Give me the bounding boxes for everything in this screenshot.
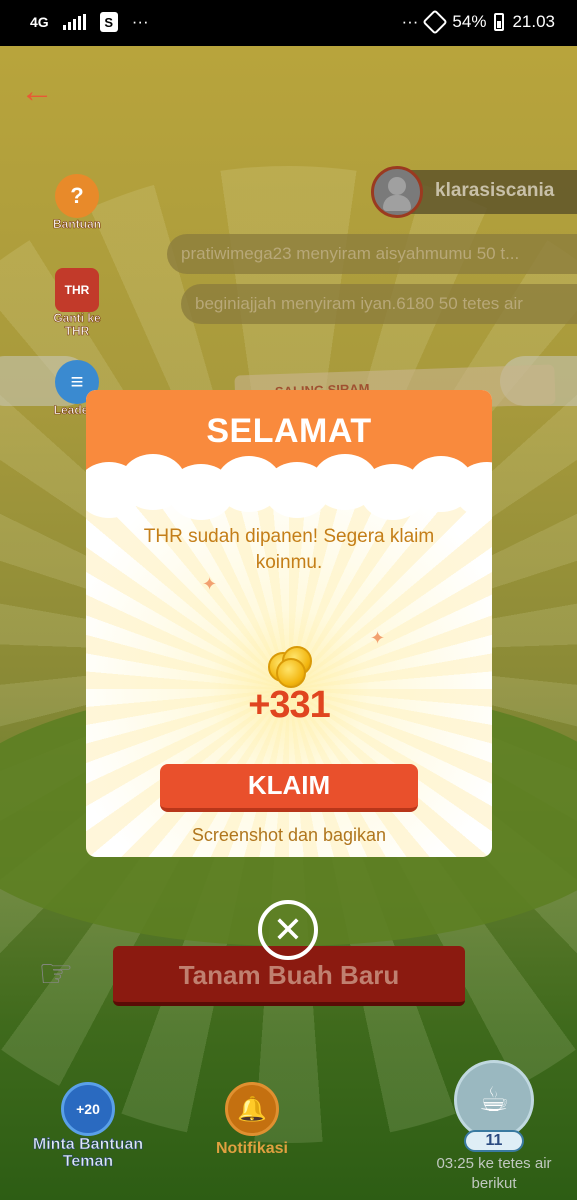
more-status-icon: ··· [401, 12, 419, 31]
status-bar: 4G S ··· ··· 54% 21.03 [0, 0, 577, 46]
sparkle-icon: ✦ [202, 574, 218, 594]
screenshot-share-link[interactable]: Screenshot dan bagikan [86, 825, 492, 846]
sparkle-icon: ✦ [370, 628, 386, 648]
claim-button[interactable]: KLAIM [160, 764, 418, 812]
congratulation-dialog: SELAMAT THR sudah dipanen! Segera klaim … [86, 390, 492, 857]
shopee-app-icon: S [99, 12, 118, 32]
battery-percent: 54% [452, 12, 487, 31]
coins-icon [266, 644, 316, 688]
signal-icon [62, 14, 86, 30]
coin-reward-amount: +331 [248, 684, 331, 726]
battery-icon [494, 13, 505, 31]
cloud-divider [86, 450, 492, 520]
more-notifications-icon: ··· [131, 12, 149, 31]
network-type: 4G [30, 14, 49, 30]
clock: 21.03 [512, 12, 555, 31]
rotate-icon [422, 9, 449, 35]
close-icon[interactable]: ✕ [258, 900, 318, 960]
dialog-title: SELAMAT [206, 412, 372, 450]
dialog-message: THR sudah dipanen! Segera klaim koinmu. [143, 526, 435, 573]
